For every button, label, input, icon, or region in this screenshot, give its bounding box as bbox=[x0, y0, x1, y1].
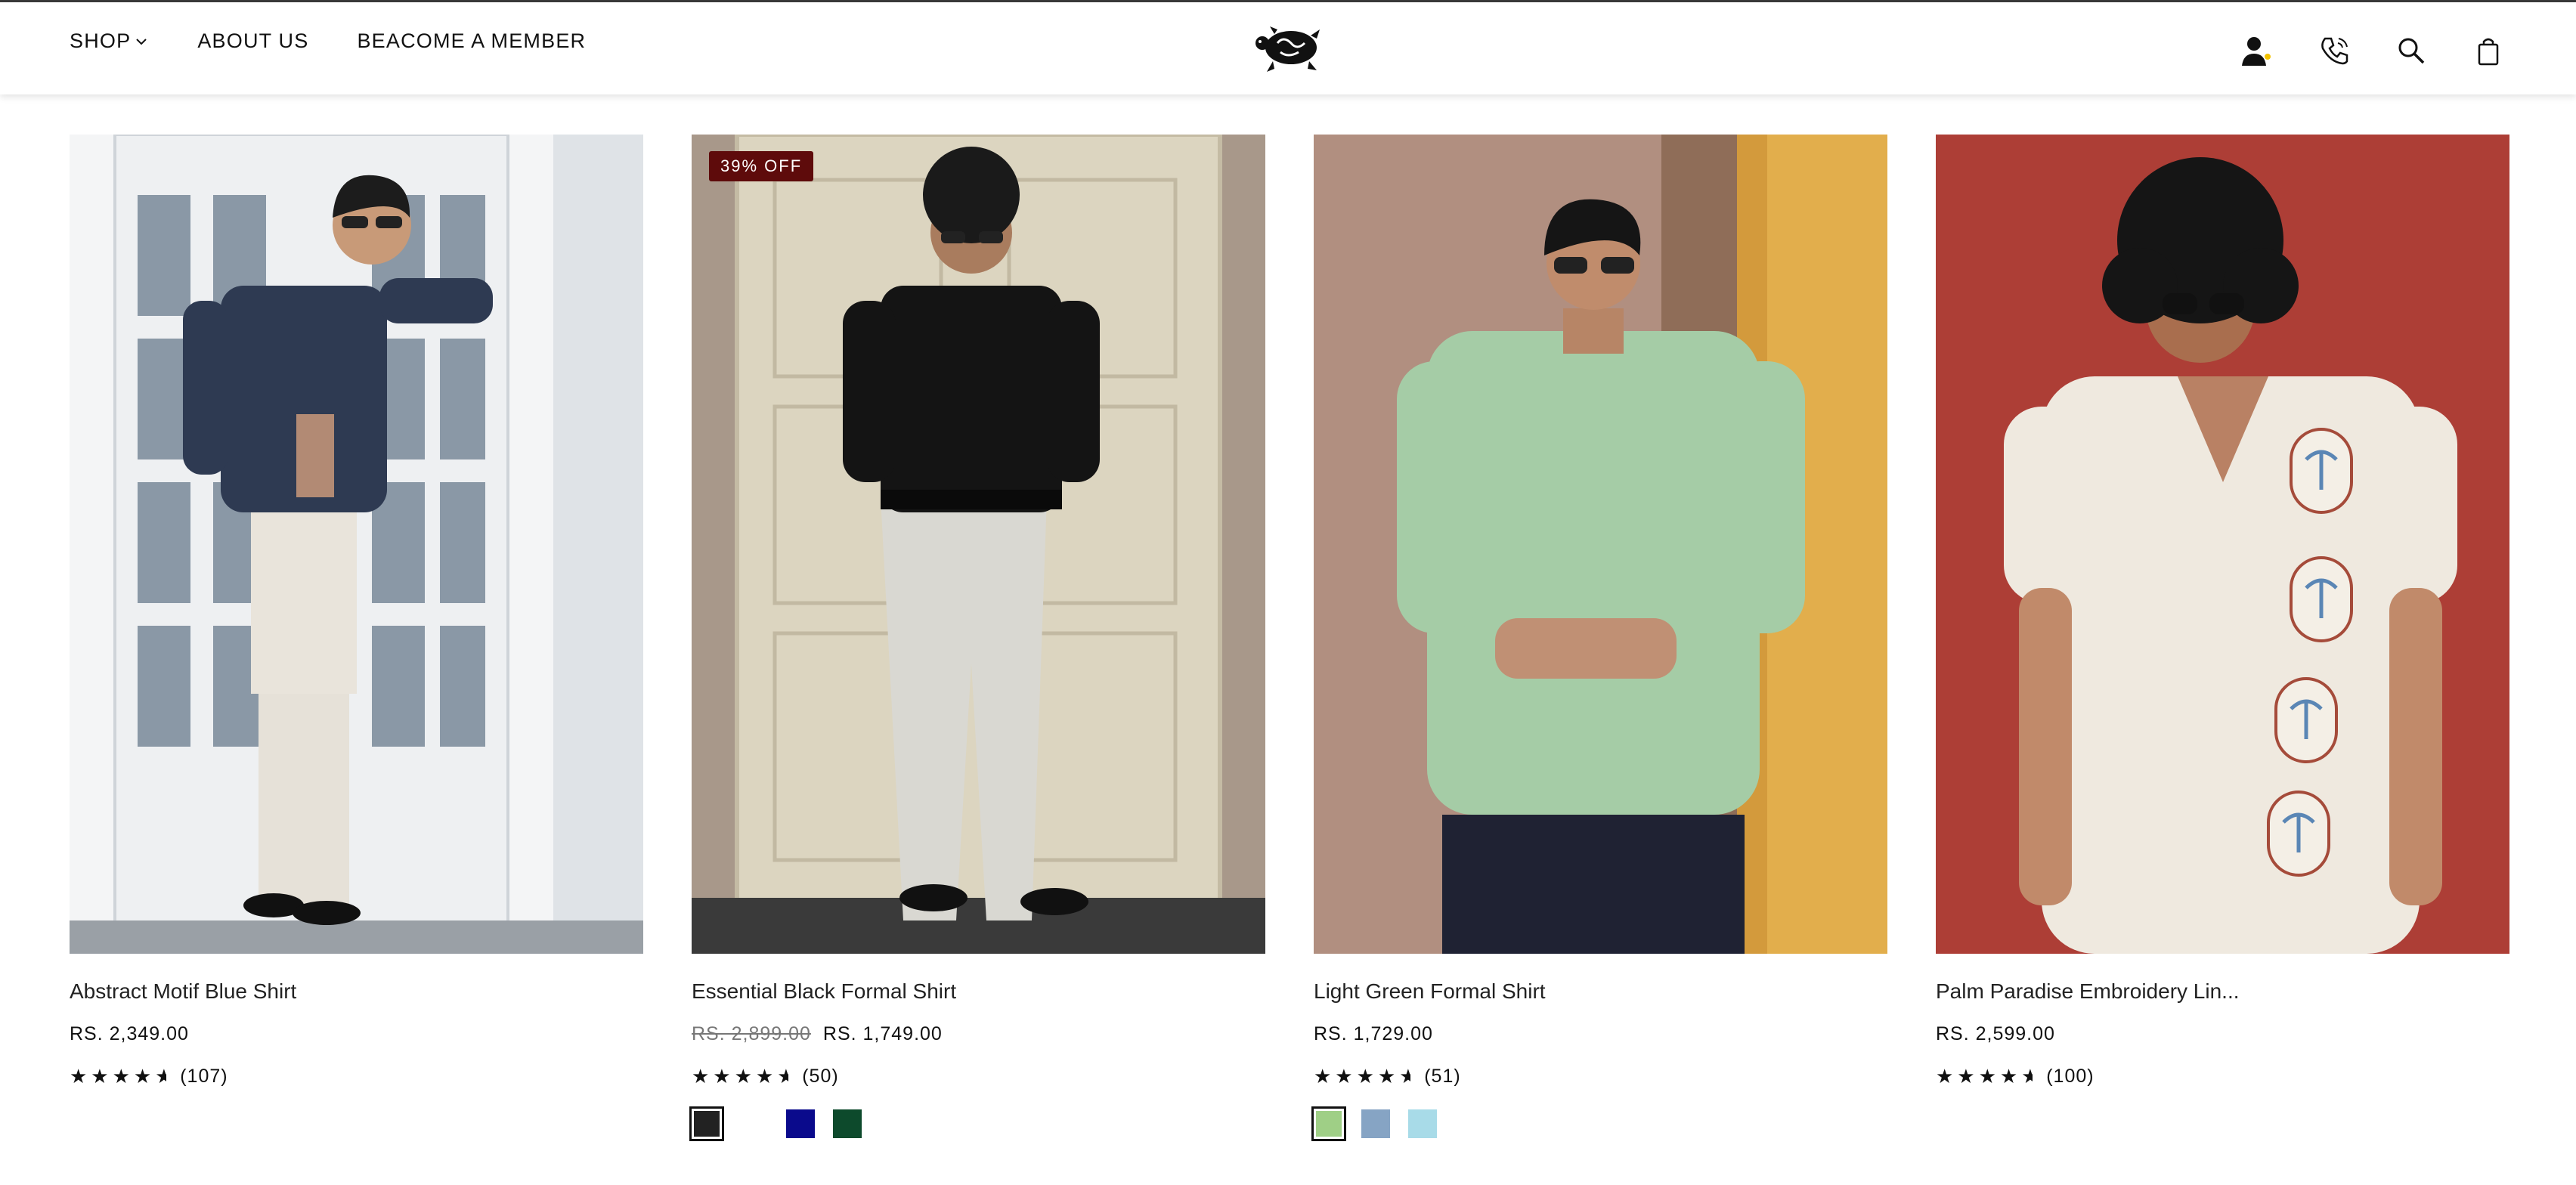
product-price: RS. 2,599.00 bbox=[1936, 1023, 2509, 1045]
nav-shop-label: SHOP bbox=[70, 29, 132, 52]
product-name[interactable]: Palm Paradise Embroidery Lin... bbox=[1936, 979, 2509, 1004]
review-count: (50) bbox=[802, 1066, 839, 1087]
review-count: (100) bbox=[2046, 1066, 2095, 1087]
review-count: (107) bbox=[180, 1066, 228, 1087]
product-original-price: RS. 2,899.00 bbox=[692, 1023, 811, 1044]
swatch-black[interactable] bbox=[689, 1106, 724, 1141]
nav-shop[interactable]: SHOP bbox=[70, 29, 149, 53]
product-rating: ★★★★★ (100) bbox=[1936, 1065, 2509, 1088]
product-name[interactable]: Abstract Motif Blue Shirt bbox=[70, 979, 643, 1004]
rating-stars-icon: ★★★★★ bbox=[1314, 1065, 1410, 1088]
rating-stars-icon: ★★★★★ bbox=[692, 1065, 788, 1088]
product-grid: Abstract Motif Blue Shirt RS. 2,349.00 ★… bbox=[70, 135, 2509, 1141]
product-rating: ★★★★★ (107) bbox=[70, 1065, 643, 1088]
swatch-light-green[interactable] bbox=[1311, 1106, 1346, 1141]
product-image[interactable] bbox=[1314, 135, 1887, 954]
product-current-price: RS. 2,349.00 bbox=[70, 1023, 189, 1044]
color-swatches bbox=[689, 1106, 1265, 1141]
product-price: RS. 2,349.00 bbox=[70, 1023, 643, 1045]
product-card[interactable]: Palm Paradise Embroidery Lin... RS. 2,59… bbox=[1936, 135, 2509, 1138]
product-image[interactable] bbox=[70, 135, 643, 954]
product-price: RS. 2,899.00 RS. 1,749.00 bbox=[692, 1023, 1265, 1045]
nav-member-label: BEACOME A MEMBER bbox=[357, 29, 587, 52]
swatch-sky-blue[interactable] bbox=[1408, 1109, 1437, 1138]
swatch-dark-green[interactable] bbox=[833, 1109, 862, 1138]
swatch-steel-blue[interactable] bbox=[1361, 1109, 1390, 1138]
main-nav: SHOP ABOUT US BEACOME A MEMBER bbox=[70, 29, 586, 53]
product-rating: ★★★★★ (51) bbox=[1314, 1065, 1887, 1088]
brand-logo-turtle-icon[interactable] bbox=[1247, 22, 1330, 75]
product-price: RS. 1,729.00 bbox=[1314, 1023, 1887, 1045]
product-card[interactable]: Light Green Formal Shirt RS. 1,729.00 ★★… bbox=[1311, 135, 1887, 1141]
product-current-price: RS. 1,729.00 bbox=[1314, 1023, 1433, 1044]
discount-badge: 39% OFF bbox=[709, 151, 814, 181]
site-header: SHOP ABOUT US BEACOME A MEMBER bbox=[0, 2, 2576, 94]
product-current-price: RS. 1,749.00 bbox=[822, 1023, 943, 1044]
color-swatches bbox=[1311, 1106, 1887, 1141]
product-name[interactable]: Essential Black Formal Shirt bbox=[692, 979, 1265, 1004]
review-count: (51) bbox=[1424, 1066, 1461, 1087]
product-rating: ★★★★★ (50) bbox=[692, 1065, 1265, 1088]
bag-icon[interactable] bbox=[2470, 32, 2506, 69]
phone-icon[interactable] bbox=[2316, 32, 2352, 69]
product-image[interactable] bbox=[1936, 135, 2509, 954]
search-icon[interactable] bbox=[2393, 32, 2429, 69]
product-card[interactable]: 39% OFF Essential Black Formal Shirt RS.… bbox=[689, 135, 1265, 1141]
product-name[interactable]: Light Green Formal Shirt bbox=[1314, 979, 1887, 1004]
rating-stars-icon: ★★★★★ bbox=[70, 1065, 166, 1088]
swatch-navy[interactable] bbox=[786, 1109, 815, 1138]
account-icon[interactable] bbox=[2239, 32, 2275, 69]
swatch-white[interactable] bbox=[739, 1109, 768, 1138]
header-icons bbox=[2239, 32, 2506, 69]
product-image[interactable]: 39% OFF bbox=[692, 135, 1265, 954]
nav-about-label: ABOUT US bbox=[197, 29, 309, 52]
rating-stars-icon: ★★★★★ bbox=[1936, 1065, 2033, 1088]
product-current-price: RS. 2,599.00 bbox=[1936, 1023, 2055, 1044]
product-card[interactable]: Abstract Motif Blue Shirt RS. 2,349.00 ★… bbox=[70, 135, 643, 1138]
nav-become-member[interactable]: BEACOME A MEMBER bbox=[357, 29, 586, 53]
chevron-down-icon bbox=[136, 38, 147, 45]
nav-about-us[interactable]: ABOUT US bbox=[197, 29, 308, 53]
